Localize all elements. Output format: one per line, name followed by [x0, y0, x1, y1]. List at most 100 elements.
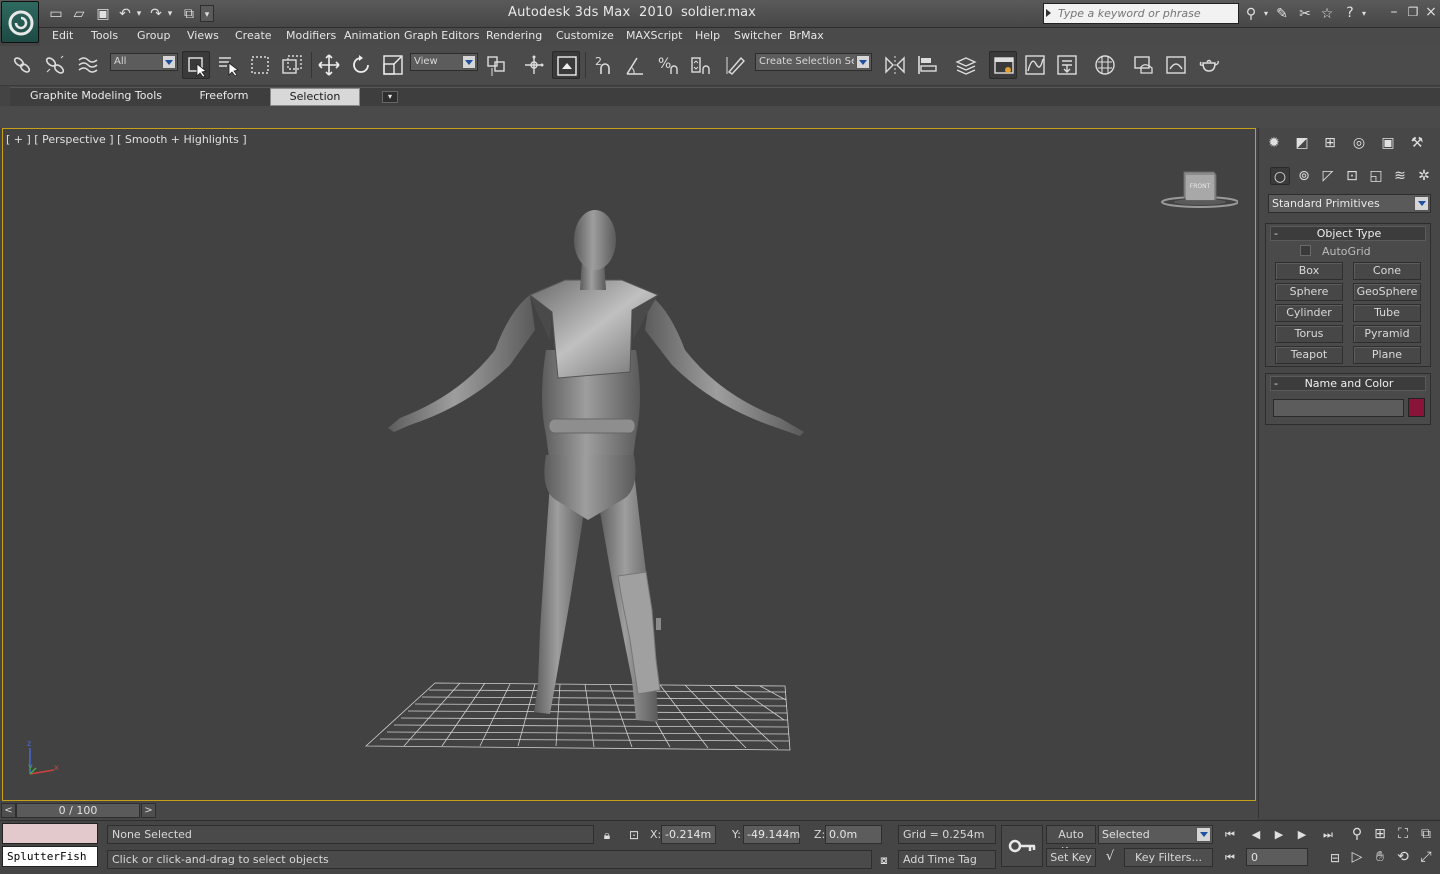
- snaps-toggle-icon[interactable]: 2: [590, 51, 618, 79]
- hierarchy-panel-icon[interactable]: ⊞: [1318, 134, 1342, 156]
- reference-coordinate-dropdown[interactable]: View: [410, 53, 478, 71]
- graphite-modeling-tools-toggle-icon[interactable]: [989, 51, 1017, 79]
- systems-category-icon[interactable]: ✲: [1414, 167, 1434, 185]
- selection-filter-dropdown[interactable]: All: [110, 53, 178, 71]
- maxscript-listener-output[interactable]: [2, 823, 98, 844]
- display-panel-icon[interactable]: ▣: [1376, 134, 1400, 156]
- menu-animation[interactable]: Animation: [344, 29, 400, 42]
- menu-views[interactable]: Views: [187, 29, 219, 42]
- undo-icon[interactable]: ↶: [116, 5, 134, 22]
- open-file-icon[interactable]: ▱: [70, 5, 88, 22]
- menu-maxscript[interactable]: MAXScript: [626, 29, 682, 42]
- tube-button[interactable]: Tube: [1353, 304, 1421, 322]
- teapot-button[interactable]: Teapot: [1275, 346, 1343, 364]
- zoom-all-icon[interactable]: ⊞: [1369, 825, 1391, 845]
- named-selection-sets-dropdown[interactable]: Create Selection Se: [755, 53, 872, 71]
- autogrid-checkbox[interactable]: [1300, 245, 1311, 256]
- orbit-icon[interactable]: ⟲: [1392, 848, 1414, 868]
- viewport-label[interactable]: [ + ] [ Perspective ] [ Smooth + Highlig…: [6, 133, 247, 146]
- torus-button[interactable]: Torus: [1275, 325, 1343, 343]
- helpers-category-icon[interactable]: ◱: [1366, 167, 1386, 185]
- viewcube[interactable]: FRONT: [1158, 167, 1238, 211]
- menu-customize[interactable]: Customize: [556, 29, 614, 42]
- percent-snap-toggle-icon[interactable]: %: [654, 51, 682, 79]
- manage-layers-icon[interactable]: [952, 51, 980, 79]
- select-and-rotate-icon[interactable]: [347, 51, 375, 79]
- bind-to-space-warp-icon[interactable]: [74, 51, 102, 79]
- window-crossing-icon[interactable]: [278, 51, 306, 79]
- field-of-view-icon[interactable]: ▷: [1346, 848, 1368, 868]
- edit-named-selection-sets-icon[interactable]: [722, 51, 750, 79]
- object-color-swatch[interactable]: [1408, 398, 1425, 417]
- menu-rendering[interactable]: Rendering: [486, 29, 542, 42]
- key-filters-button[interactable]: Key Filters...: [1124, 848, 1213, 867]
- help-dropdown-icon[interactable]: ▾: [1360, 5, 1368, 23]
- geosphere-button[interactable]: GeoSphere: [1353, 283, 1421, 301]
- menu-switcher[interactable]: Switcher: [734, 29, 782, 42]
- select-object-icon[interactable]: [182, 51, 210, 79]
- ribbon-minimize-icon[interactable]: ▾: [382, 91, 398, 103]
- project-folder-icon[interactable]: ⧉: [180, 5, 198, 22]
- key-mode-dropdown[interactable]: Selected: [1098, 825, 1213, 844]
- material-editor-icon[interactable]: [1091, 51, 1119, 79]
- restore-window-icon[interactable]: ❐: [1405, 3, 1421, 21]
- select-and-scale-icon[interactable]: [379, 51, 407, 79]
- selection-lock-icon[interactable]: 🔒︎: [598, 826, 616, 843]
- mirror-icon[interactable]: [881, 51, 909, 79]
- soldier-model[interactable]: [360, 200, 820, 760]
- y-coordinate-field[interactable]: -49.144m: [743, 825, 800, 844]
- set-keys-key-icon[interactable]: [1001, 825, 1043, 867]
- redo-dropdown-icon[interactable]: ▾: [165, 5, 175, 22]
- plane-button[interactable]: Plane: [1353, 346, 1421, 364]
- zoom-extents-all-icon[interactable]: ⧉: [1415, 825, 1437, 845]
- render-setup-icon[interactable]: [1130, 51, 1158, 79]
- geometry-category-icon[interactable]: ○: [1270, 167, 1290, 185]
- tab-graphite-modeling-tools[interactable]: Graphite Modeling Tools: [28, 88, 164, 106]
- menu-brmax[interactable]: BrMax: [789, 29, 824, 42]
- next-frame-button[interactable]: >: [141, 803, 156, 818]
- angle-snap-toggle-icon[interactable]: [622, 51, 650, 79]
- time-slider[interactable]: 0 / 100: [16, 803, 140, 818]
- unlink-selection-icon[interactable]: [41, 51, 69, 79]
- time-configuration-icon[interactable]: ⊟: [1326, 849, 1344, 866]
- tab-freeform[interactable]: Freeform: [188, 88, 260, 106]
- search-dropdown-icon[interactable]: ▾: [1262, 5, 1270, 23]
- absolute-mode-transform-icon[interactable]: ⊡: [625, 826, 643, 843]
- subscription-center-icon[interactable]: ✎: [1272, 5, 1292, 23]
- tab-selection[interactable]: Selection: [270, 88, 360, 106]
- previous-frame-icon[interactable]: ◀︎: [1246, 826, 1266, 843]
- menu-modifiers[interactable]: Modifiers: [286, 29, 336, 42]
- use-pivot-point-center-icon[interactable]: [482, 51, 510, 79]
- new-file-icon[interactable]: ▭: [47, 5, 65, 22]
- menu-edit[interactable]: Edit: [52, 29, 73, 42]
- time-tag-icon[interactable]: ⧇: [875, 851, 893, 869]
- communication-center-icon[interactable]: ✂: [1295, 5, 1315, 23]
- zoom-icon[interactable]: ⚲: [1346, 825, 1368, 845]
- redo-icon[interactable]: ↷: [147, 5, 165, 22]
- render-production-teapot-icon[interactable]: [1195, 51, 1223, 79]
- space-warps-category-icon[interactable]: ≋: [1390, 167, 1410, 185]
- zoom-extents-icon[interactable]: ⛶: [1392, 825, 1414, 845]
- lights-category-icon[interactable]: ◸: [1318, 167, 1338, 185]
- help-icon[interactable]: ?: [1340, 4, 1360, 22]
- schematic-view-icon[interactable]: [1053, 51, 1081, 79]
- create-panel-icon[interactable]: ✹: [1262, 134, 1286, 156]
- curve-editor-icon[interactable]: [1021, 51, 1049, 79]
- modify-panel-icon[interactable]: ◩: [1290, 134, 1314, 156]
- spinner-snap-toggle-icon[interactable]: [686, 51, 714, 79]
- rendered-frame-window-icon[interactable]: [1162, 51, 1190, 79]
- application-button[interactable]: [1, 1, 39, 43]
- z-coordinate-field[interactable]: 0.0m: [825, 825, 882, 844]
- pyramid-button[interactable]: Pyramid: [1353, 325, 1421, 343]
- search-input[interactable]: [1058, 5, 1236, 22]
- name-and-color-rollout-header[interactable]: - Name and Color: [1270, 376, 1426, 391]
- go-to-end-icon[interactable]: ⏭: [1318, 826, 1338, 843]
- maximize-viewport-toggle-icon[interactable]: ⤢: [1415, 848, 1437, 868]
- auto-key-button[interactable]: Auto Key: [1046, 825, 1096, 858]
- binoculars-icon[interactable]: ⚲: [1241, 5, 1261, 23]
- object-type-rollout-header[interactable]: - Object Type: [1270, 226, 1426, 241]
- close-window-icon[interactable]: ×: [1423, 3, 1439, 21]
- sphere-button[interactable]: Sphere: [1275, 283, 1343, 301]
- quick-access-dropdown-icon[interactable]: ▾: [200, 5, 214, 22]
- select-and-manipulate-icon[interactable]: [520, 51, 548, 79]
